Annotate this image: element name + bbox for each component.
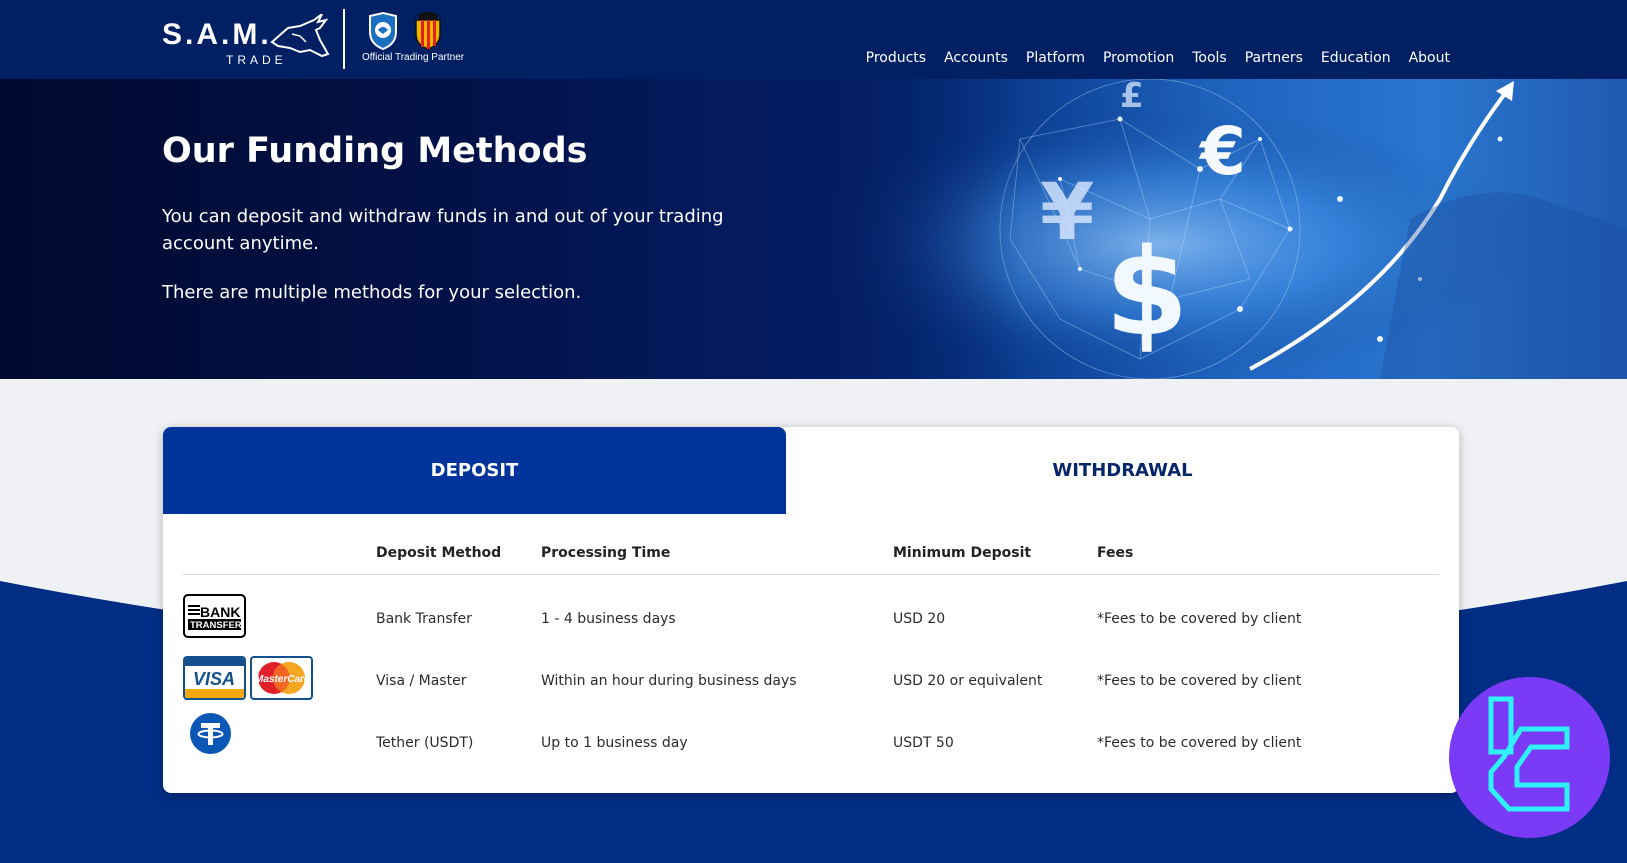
logo-text: S.A.M. [162,18,272,51]
currency-network-illustration: £ € ¥ $ [820,79,1627,379]
bank-transfer-icon: BANK TRANSFER [183,594,246,638]
nav-tools[interactable]: Tools [1183,50,1236,66]
cell-method: Visa / Master [376,673,467,689]
svg-text:MasterCard: MasterCard [255,674,311,685]
tether-icon [190,713,231,754]
watermark-logo-icon [1488,696,1570,812]
svg-text:TRANSFER: TRANSFER [190,620,242,631]
cell-minimum-deposit: USDT 50 [893,735,954,751]
nav-education[interactable]: Education [1312,50,1400,66]
valencia-cf-crest-icon [415,12,441,50]
funding-methods-card: DEPOSIT WITHDRAWAL Deposit Method Proces… [163,427,1459,793]
site-header: S.A.M. TRADE Official Trading Partner Pr… [0,0,1627,79]
official-partner-badges: Official Trading Partner [362,12,482,67]
cell-fees: *Fees to be covered by client [1097,735,1302,751]
cell-method: Bank Transfer [376,611,472,627]
cell-fees: *Fees to be covered by client [1097,673,1302,689]
cell-method: Tether (USDT) [376,735,474,751]
page-title: Our Funding Methods [162,131,588,171]
nav-accounts[interactable]: Accounts [935,50,1017,66]
cell-fees: *Fees to be covered by client [1097,611,1302,627]
header-deposit-method: Deposit Method [376,545,502,561]
cardiff-city-crest-icon [369,12,397,50]
table-header: Deposit Method Processing Time Minimum D… [183,527,1439,575]
cell-minimum-deposit: USD 20 or equivalent [893,673,1043,689]
deposit-methods-table: Deposit Method Processing Time Minimum D… [183,527,1439,775]
nav-about[interactable]: About [1400,50,1450,66]
cell-minimum-deposit: USD 20 [893,611,946,627]
nav-promotion[interactable]: Promotion [1094,50,1183,66]
main-nav: Products Accounts Platform Promotion Too… [857,50,1450,66]
hero-description: You can deposit and withdraw funds in an… [162,206,724,254]
hero-banner: £ € ¥ $ Our Funding Methods You can depo… [0,79,1627,379]
nav-partners[interactable]: Partners [1236,50,1312,66]
svg-text:VISA: VISA [193,669,235,689]
visa-icon: VISA [183,656,246,700]
sam-trade-logo[interactable]: S.A.M. TRADE [162,14,330,67]
funding-tabs: DEPOSIT WITHDRAWAL [163,427,1459,514]
tab-deposit[interactable]: DEPOSIT [163,427,786,514]
cell-processing-time: 1 - 4 business days [541,611,676,627]
header-fees: Fees [1097,545,1134,561]
cell-processing-time: Within an hour during business days [541,673,797,689]
header-minimum-deposit: Minimum Deposit [893,545,1032,561]
tab-withdrawal[interactable]: WITHDRAWAL [786,427,1459,514]
official-partner-label: Official Trading Partner [362,52,465,63]
bull-icon [270,14,330,58]
svg-text:BANK: BANK [200,604,240,620]
table-row: VISA MasterCard Visa / Master Within an … [183,651,1439,713]
watermark-badge [1449,677,1610,838]
hero-subdescription: There are multiple methods for your sele… [162,282,582,303]
nav-products[interactable]: Products [857,50,935,66]
logo-divider [343,9,345,69]
cell-processing-time: Up to 1 business day [541,735,688,751]
table-row: BANK TRANSFER Bank Transfer 1 - 4 busine… [183,589,1439,651]
mastercard-icon: MasterCard [250,656,313,700]
table-row: Tether (USDT) Up to 1 business day USDT … [183,713,1439,775]
nav-platform[interactable]: Platform [1017,50,1094,66]
header-processing-time: Processing Time [541,545,671,561]
